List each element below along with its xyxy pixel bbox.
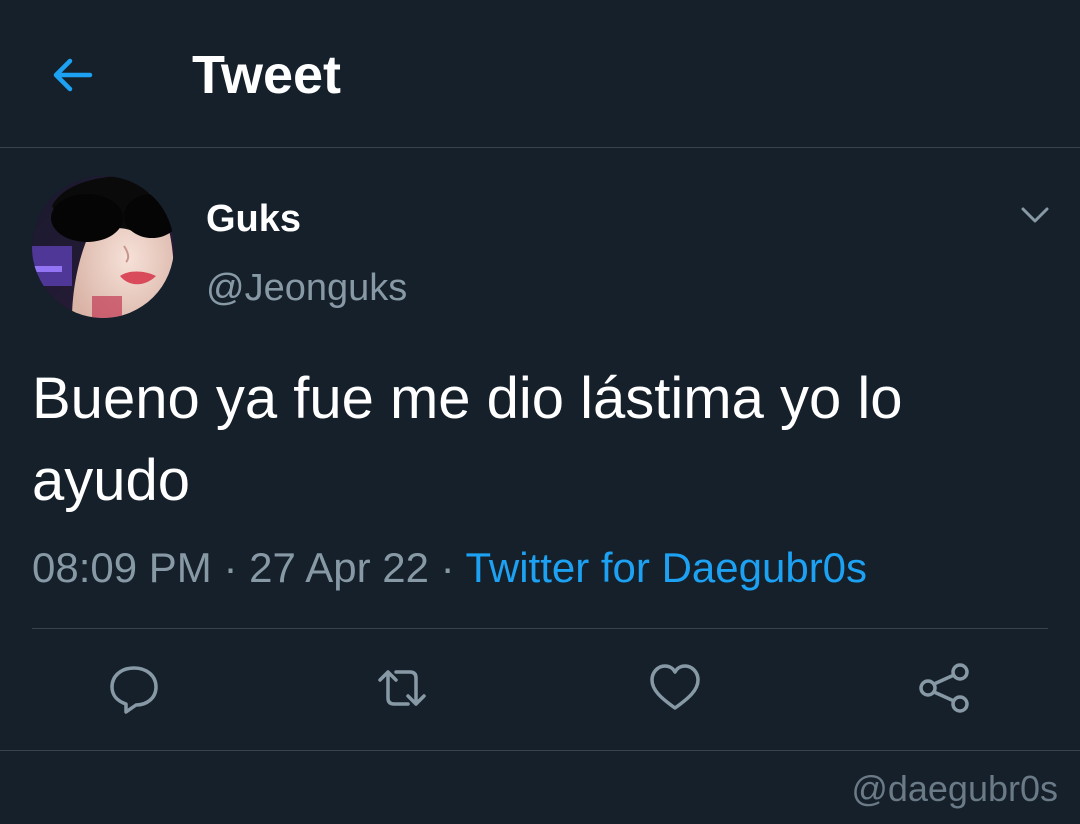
avatar[interactable]	[32, 176, 174, 318]
share-icon	[919, 663, 969, 713]
tweet-date: 27 Apr 22	[249, 544, 429, 591]
more-options-button[interactable]	[1016, 200, 1054, 230]
heart-icon	[650, 664, 700, 710]
retweet-button[interactable]	[374, 660, 430, 716]
chevron-down-icon	[1021, 207, 1049, 223]
top-bar: Tweet	[0, 0, 1080, 148]
back-button[interactable]	[48, 50, 98, 100]
reply-button[interactable]	[106, 660, 162, 716]
arrow-left-icon	[53, 58, 93, 92]
tweet-text: Bueno ya fue me dio lástima yo lo ayudo	[32, 366, 903, 513]
display-name[interactable]: Guks	[206, 197, 301, 241]
tweet-meta: 08:09 PM · 27 Apr 22 · Twitter for Daegu…	[32, 542, 867, 594]
tweet-source-link[interactable]: Twitter for Daegubr0s	[466, 544, 868, 591]
user-handle[interactable]: @Jeonguks	[206, 266, 407, 310]
divider	[32, 628, 1048, 629]
reply-icon	[110, 666, 158, 714]
avatar-image	[32, 176, 174, 318]
watermark: @daegubr0s	[851, 768, 1058, 809]
like-button[interactable]	[647, 660, 703, 716]
tweet-time: 08:09 PM	[32, 544, 212, 591]
divider	[0, 750, 1080, 751]
meta-separator: ·	[440, 544, 455, 591]
share-button[interactable]	[916, 660, 972, 716]
meta-separator: ·	[223, 544, 238, 591]
retweet-icon	[378, 670, 426, 706]
page-title: Tweet	[192, 45, 342, 105]
